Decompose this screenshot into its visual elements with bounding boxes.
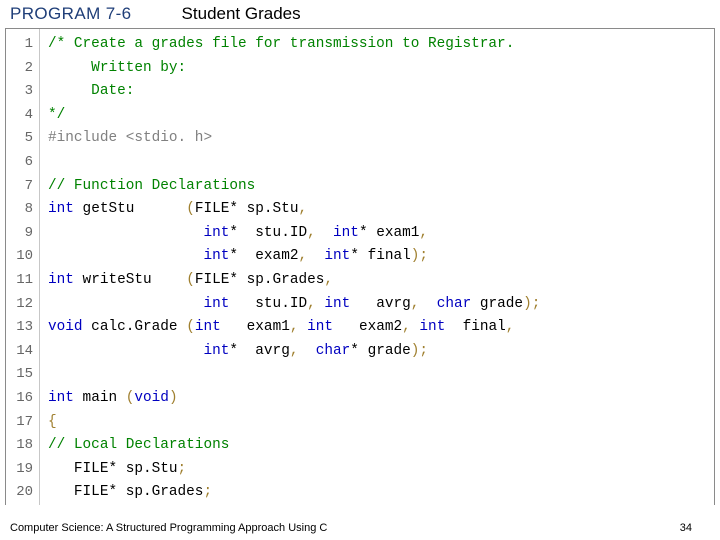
line-number: 14	[6, 340, 33, 364]
code-line: void calc.Grade (int exam1, int exam2, i…	[48, 316, 540, 340]
line-number: 20	[6, 481, 33, 505]
line-number: 5	[6, 127, 33, 151]
code-line: int* avrg, char* grade);	[48, 340, 540, 364]
code-line: // Local Declarations	[48, 434, 540, 458]
code-line: FILE* sp.Grades;	[48, 481, 540, 505]
line-number: 9	[6, 222, 33, 246]
line-number: 12	[6, 293, 33, 317]
line-number-gutter: 1234567891011121314151617181920	[6, 29, 40, 505]
code-line: FILE* sp.Stu;	[48, 458, 540, 482]
code-line	[48, 151, 540, 175]
code-line: */	[48, 104, 540, 128]
line-number: 17	[6, 411, 33, 435]
code-line	[48, 363, 540, 387]
line-number: 10	[6, 245, 33, 269]
code-line: #include <stdio. h>	[48, 127, 540, 151]
code-line: Written by:	[48, 57, 540, 81]
code-line: int* exam2, int* final);	[48, 245, 540, 269]
line-number: 13	[6, 316, 33, 340]
book-title: Computer Science: A Structured Programmi…	[10, 522, 327, 534]
line-number: 4	[6, 104, 33, 128]
line-number: 11	[6, 269, 33, 293]
code-line: {	[48, 411, 540, 435]
code-line: // Function Declarations	[48, 175, 540, 199]
code-line: int writeStu (FILE* sp.Grades,	[48, 269, 540, 293]
code-listing: 1234567891011121314151617181920 /* Creat…	[5, 28, 715, 505]
program-label: PROGRAM 7-6	[10, 4, 132, 24]
line-number: 1	[6, 33, 33, 57]
line-number: 7	[6, 175, 33, 199]
code-line: int getStu (FILE* sp.Stu,	[48, 198, 540, 222]
line-number: 15	[6, 363, 33, 387]
code-content: /* Create a grades file for transmission…	[40, 29, 540, 505]
program-title: Student Grades	[182, 4, 301, 24]
line-number: 18	[6, 434, 33, 458]
code-line: /* Create a grades file for transmission…	[48, 33, 540, 57]
code-line: int main (void)	[48, 387, 540, 411]
line-number: 2	[6, 57, 33, 81]
code-line: Date:	[48, 80, 540, 104]
code-line: int* stu.ID, int* exam1,	[48, 222, 540, 246]
line-number: 8	[6, 198, 33, 222]
line-number: 19	[6, 458, 33, 482]
line-number: 6	[6, 151, 33, 175]
slide-header: PROGRAM 7-6 Student Grades	[0, 0, 720, 28]
slide-footer: Computer Science: A Structured Programmi…	[0, 522, 720, 534]
line-number: 3	[6, 80, 33, 104]
line-number: 16	[6, 387, 33, 411]
page-number: 34	[680, 522, 692, 534]
code-line: int stu.ID, int avrg, char grade);	[48, 293, 540, 317]
